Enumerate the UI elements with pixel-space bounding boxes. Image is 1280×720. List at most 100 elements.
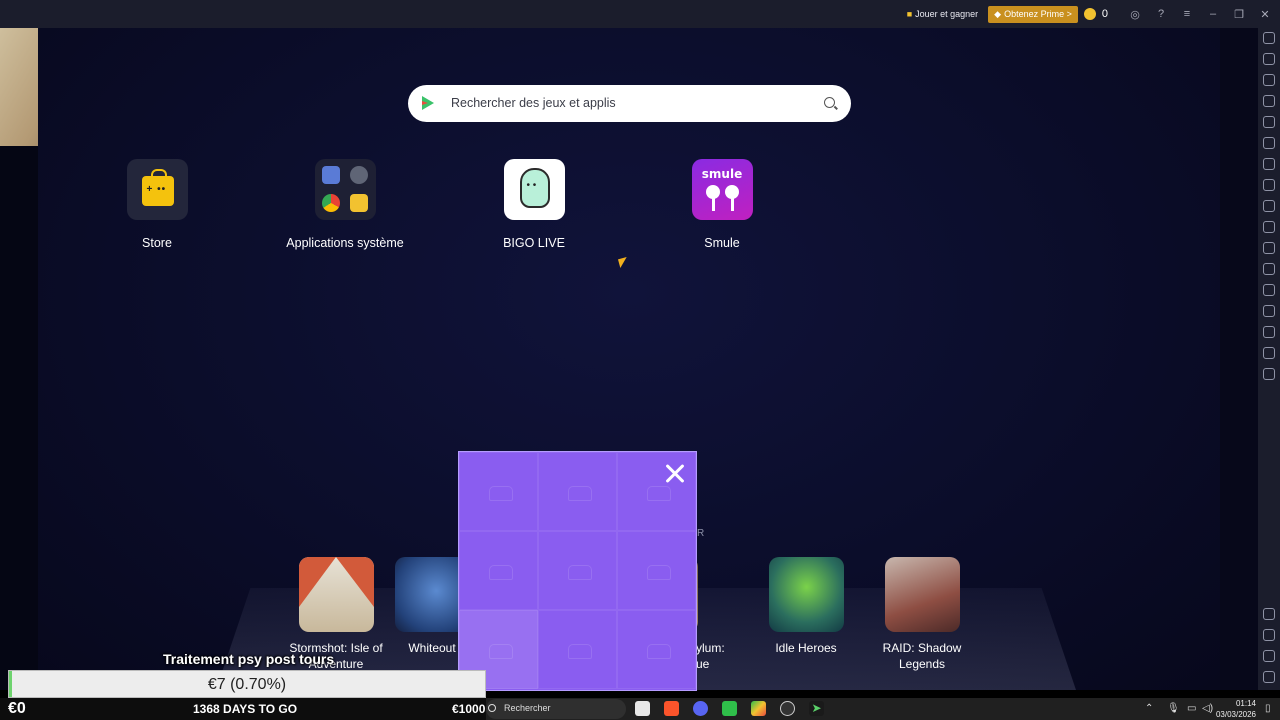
close-icon[interactable]: ✕ — [1258, 7, 1272, 21]
ad-cell — [538, 610, 617, 689]
fullscreen-icon[interactable] — [1263, 32, 1275, 44]
erase-icon[interactable] — [1263, 305, 1275, 317]
layers-icon[interactable] — [1263, 347, 1275, 359]
ad-overlay[interactable] — [458, 451, 697, 691]
progress-text: €7 (0.70%) — [207, 676, 287, 693]
ad-close-icon[interactable] — [663, 461, 687, 485]
ad-cell — [617, 531, 696, 610]
windows-taskbar: Rechercher ➤ ⌃ 🎙 ▭ ◁) 01:14 03/03/2026 ▯ — [486, 698, 1280, 720]
raid-shadow-legends-icon — [884, 557, 960, 632]
right-margin — [1220, 28, 1258, 690]
app-label: Smule — [704, 236, 740, 250]
network-icon[interactable]: ▭ — [1187, 703, 1196, 714]
app-system-applications[interactable]: Applications système — [270, 159, 420, 250]
apk-icon[interactable] — [1263, 95, 1275, 107]
play-and-earn-button[interactable]: ■ Jouer et gagner — [903, 9, 982, 19]
app-store[interactable]: Store — [82, 159, 232, 250]
search-icon — [488, 704, 496, 712]
search-icon[interactable] — [824, 97, 835, 108]
get-prime-button[interactable]: ◆ Obtenez Prime > — [988, 5, 1078, 23]
app-bigo-live[interactable]: BIGO LIVE — [459, 159, 609, 250]
microphone-icon — [724, 185, 739, 211]
macro-icon[interactable] — [1263, 368, 1275, 380]
ad-cell — [617, 610, 696, 689]
discord-icon[interactable] — [693, 701, 708, 716]
back-icon[interactable] — [1263, 629, 1275, 641]
multi-instance-icon[interactable] — [1263, 284, 1275, 296]
home-icon[interactable] — [1263, 650, 1275, 662]
play-store-search-bar[interactable]: Rechercher des jeux et applis — [408, 85, 851, 122]
settings-icon — [349, 166, 368, 184]
speaker-icon[interactable]: ◁) — [1202, 703, 1213, 714]
clock-date: 03/03/2026 — [1215, 710, 1256, 719]
game-label: RAID: Shadow Legends — [882, 641, 962, 671]
rotate-icon[interactable] — [1263, 116, 1275, 128]
emulator-side-toolbar — [1258, 28, 1280, 690]
donation-info-strip: €0 1368 DAYS TO GO €1000 — [0, 698, 486, 720]
chrome-icon — [321, 194, 340, 212]
game-idle-heroes[interactable]: Idle Heroes — [751, 557, 861, 656]
help-icon[interactable]: ? — [1154, 7, 1168, 21]
bluestacks-icon[interactable] — [751, 701, 766, 716]
camera-icon — [321, 166, 340, 184]
app-smule[interactable]: smule Smule — [647, 159, 797, 250]
brave-browser-icon[interactable] — [664, 701, 679, 716]
ad-cell — [538, 531, 617, 610]
record-icon[interactable] — [1263, 221, 1275, 233]
goal-amount: €1000 — [452, 702, 486, 716]
show-hidden-icons-icon[interactable]: ⌃ — [1145, 703, 1153, 714]
gamepad-icon: ■ — [906, 9, 913, 19]
days-remaining: 1368 DAYS TO GO — [193, 702, 298, 716]
location-icon[interactable] — [1263, 326, 1275, 338]
stormshot-icon — [298, 557, 374, 632]
ad-cell — [538, 452, 617, 531]
ad-cell — [459, 531, 538, 610]
media-icon[interactable] — [1263, 74, 1275, 86]
app-label: Applications système — [286, 236, 404, 250]
files-icon — [349, 194, 368, 212]
app-label: Store — [142, 236, 172, 250]
folder-icon[interactable] — [1263, 242, 1275, 254]
volume-icon[interactable] — [1263, 53, 1275, 65]
store-bag-icon — [126, 159, 188, 220]
prime-diamond-icon: ◆ — [994, 8, 1002, 19]
recent-apps-icon[interactable] — [1263, 671, 1275, 683]
performance-icon[interactable] — [1263, 179, 1275, 191]
partial-section-label: R — [697, 528, 705, 539]
gamepad-icon[interactable] — [1263, 158, 1275, 170]
current-amount: €0 — [8, 700, 26, 717]
system-clock[interactable]: 01:14 03/03/2026 — [1216, 698, 1256, 720]
minimize-icon[interactable]: – — [1206, 7, 1220, 21]
sync-icon[interactable] — [1263, 137, 1275, 149]
account-icon[interactable]: ◎ — [1128, 7, 1142, 21]
stream-goal-title: Traitement psy post tours — [163, 651, 335, 667]
streaming-app-icon[interactable]: ➤ — [809, 701, 824, 716]
restore-icon[interactable]: ❐ — [1232, 7, 1246, 21]
game-raid-shadow-legends[interactable]: RAID: Shadow Legends — [867, 557, 977, 672]
smule-logo-text: smule — [701, 167, 743, 181]
idle-heroes-icon — [768, 557, 844, 632]
system-apps-folder-icon — [314, 159, 376, 220]
taskbar-search[interactable]: Rechercher — [486, 699, 626, 719]
google-play-icon — [422, 96, 434, 110]
taskbar-search-label: Rechercher — [504, 703, 551, 713]
app-label: BIGO LIVE — [503, 236, 565, 250]
screenshot-icon[interactable] — [1263, 200, 1275, 212]
donation-progress-bar: €7 (0.70%) — [8, 670, 486, 698]
file-explorer-icon[interactable] — [635, 701, 650, 716]
settings-icon[interactable] — [1263, 608, 1275, 620]
emulator-title-bar: ■ Jouer et gagner ◆ Obtenez Prime > 0 ◎ … — [0, 0, 1280, 28]
search-placeholder: Rechercher des jeux et applis — [451, 96, 616, 110]
notifications-icon[interactable]: ▯ — [1265, 703, 1271, 714]
obs-icon[interactable] — [780, 701, 795, 716]
clock-time: 01:14 — [1235, 699, 1256, 708]
microphone-icon — [705, 185, 720, 211]
airplane-icon[interactable] — [1263, 263, 1275, 275]
coin-count: 0 — [1101, 8, 1108, 20]
game-label: Idle Heroes — [775, 641, 837, 655]
coin-icon — [1083, 8, 1096, 20]
menu-icon[interactable]: ≡ — [1180, 7, 1194, 21]
app-icon[interactable] — [722, 701, 737, 716]
microphone-icon[interactable]: 🎙 — [1167, 703, 1180, 714]
ad-cell — [459, 452, 538, 531]
